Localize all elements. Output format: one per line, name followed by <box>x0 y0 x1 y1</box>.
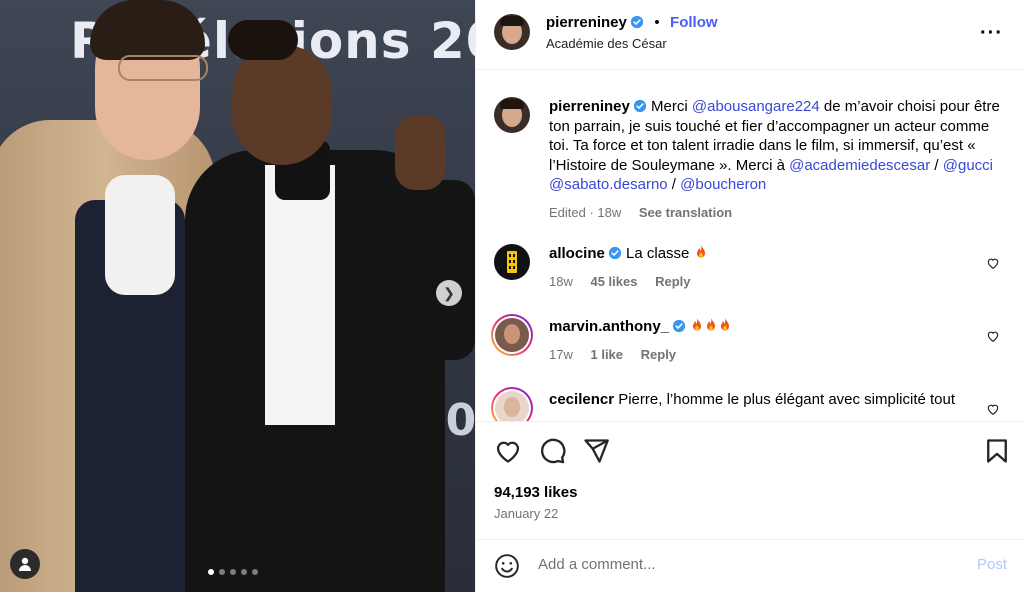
like-heart-icon[interactable] <box>494 437 522 465</box>
commenter-username[interactable]: allocine <box>549 245 605 262</box>
person-right-shirt <box>265 165 335 425</box>
post-details-pane: pierreniney • Follow Académie des César … <box>475 0 1024 592</box>
post-comment-button[interactable]: Post <box>977 556 1007 573</box>
author-avatar[interactable] <box>494 14 530 50</box>
person-left-shirt <box>105 175 175 295</box>
separator-dot: • <box>654 14 660 31</box>
see-translation-button[interactable]: See translation <box>639 205 732 220</box>
caption-text-segment: / <box>930 156 943 174</box>
person-right-hand <box>395 115 445 190</box>
post-date[interactable]: January 22 <box>494 506 558 521</box>
caption-username[interactable]: pierreniney <box>549 98 630 115</box>
verified-badge-icon <box>608 246 621 260</box>
verified-badge-icon <box>672 319 686 333</box>
mention-link[interactable]: @academiedescesar <box>789 157 930 174</box>
person-left-hair <box>90 0 205 60</box>
caption-edited: Edited · 18w <box>549 204 622 220</box>
carousel-dot[interactable] <box>252 569 258 575</box>
comment-age: 17w <box>549 346 573 362</box>
comment-text: Pierre, l’homme le plus élégant avec sim… <box>618 391 956 408</box>
person-right-hair <box>228 20 298 60</box>
reply-button[interactable]: Reply <box>641 347 676 362</box>
fire-emoji-icon <box>694 245 708 262</box>
comment-likes[interactable]: 45 likes <box>590 274 637 289</box>
reply-button[interactable]: Reply <box>655 274 690 289</box>
post-actions: 94,193 likes January 22 <box>476 421 1024 539</box>
commenter-avatar[interactable] <box>491 314 533 356</box>
comment-text: La classe <box>626 245 690 262</box>
user-icon <box>19 557 31 571</box>
commenter-username[interactable]: marvin.anthony_ <box>549 318 669 335</box>
carousel-dot[interactable] <box>208 569 214 575</box>
carousel-dot[interactable] <box>241 569 247 575</box>
caption-text-segment: Merci <box>651 98 692 115</box>
person-right-head <box>232 45 332 165</box>
commenter-username[interactable]: cecilencr <box>549 391 614 408</box>
likes-count[interactable]: 94,193 likes <box>494 484 577 501</box>
comments-section[interactable]: pierreniney Merci @abousangare224 de m’a… <box>476 71 1024 421</box>
mention-link[interactable]: @boucheron <box>680 176 766 193</box>
post-photo[interactable]: Révélations 2025 50 Ré C ❯ <box>0 0 475 592</box>
author-username[interactable]: pierreniney <box>546 14 627 31</box>
comment-input[interactable]: Add a comment... <box>538 556 656 573</box>
add-comment-bar: Add a comment... Post <box>476 539 1024 592</box>
tagged-users-button[interactable] <box>10 549 40 579</box>
carousel-next-button[interactable]: ❯ <box>436 280 462 306</box>
heart-icon[interactable] <box>986 256 1000 270</box>
emoji-icon[interactable] <box>494 553 520 579</box>
carousel-dot[interactable] <box>230 569 236 575</box>
verified-badge-icon <box>633 99 646 113</box>
fire-emoji-icon <box>690 318 732 335</box>
share-icon[interactable] <box>582 437 610 465</box>
more-options-icon[interactable]: ··· <box>980 22 1003 45</box>
mention-link[interactable]: @gucci <box>943 157 993 174</box>
author-avatar-small[interactable] <box>494 97 530 133</box>
post-header: pierreniney • Follow Académie des César … <box>476 0 1024 70</box>
mention-link[interactable]: @sabato.desarno <box>549 176 668 193</box>
post-location[interactable]: Académie des César <box>546 36 667 51</box>
chevron-right-icon: ❯ <box>443 284 455 301</box>
commenter-avatar[interactable] <box>494 244 530 280</box>
caption-text-segment: / <box>667 176 681 193</box>
carousel-dots <box>208 569 258 575</box>
mention-link[interactable]: @abousangare224 <box>692 98 820 115</box>
commenter-avatar[interactable] <box>491 387 533 421</box>
comment-icon[interactable] <box>538 437 566 465</box>
comment-age: 18w <box>549 273 573 289</box>
carousel-dot[interactable] <box>219 569 225 575</box>
comment-likes[interactable]: 1 like <box>590 347 623 362</box>
save-bookmark-icon[interactable] <box>983 437 1011 465</box>
verified-badge-icon <box>630 15 643 29</box>
heart-icon[interactable] <box>986 402 1000 416</box>
person-left-glasses <box>118 55 208 81</box>
follow-button[interactable]: Follow <box>670 14 718 31</box>
heart-icon[interactable] <box>986 329 1000 343</box>
allocine-logo-icon <box>507 251 517 273</box>
